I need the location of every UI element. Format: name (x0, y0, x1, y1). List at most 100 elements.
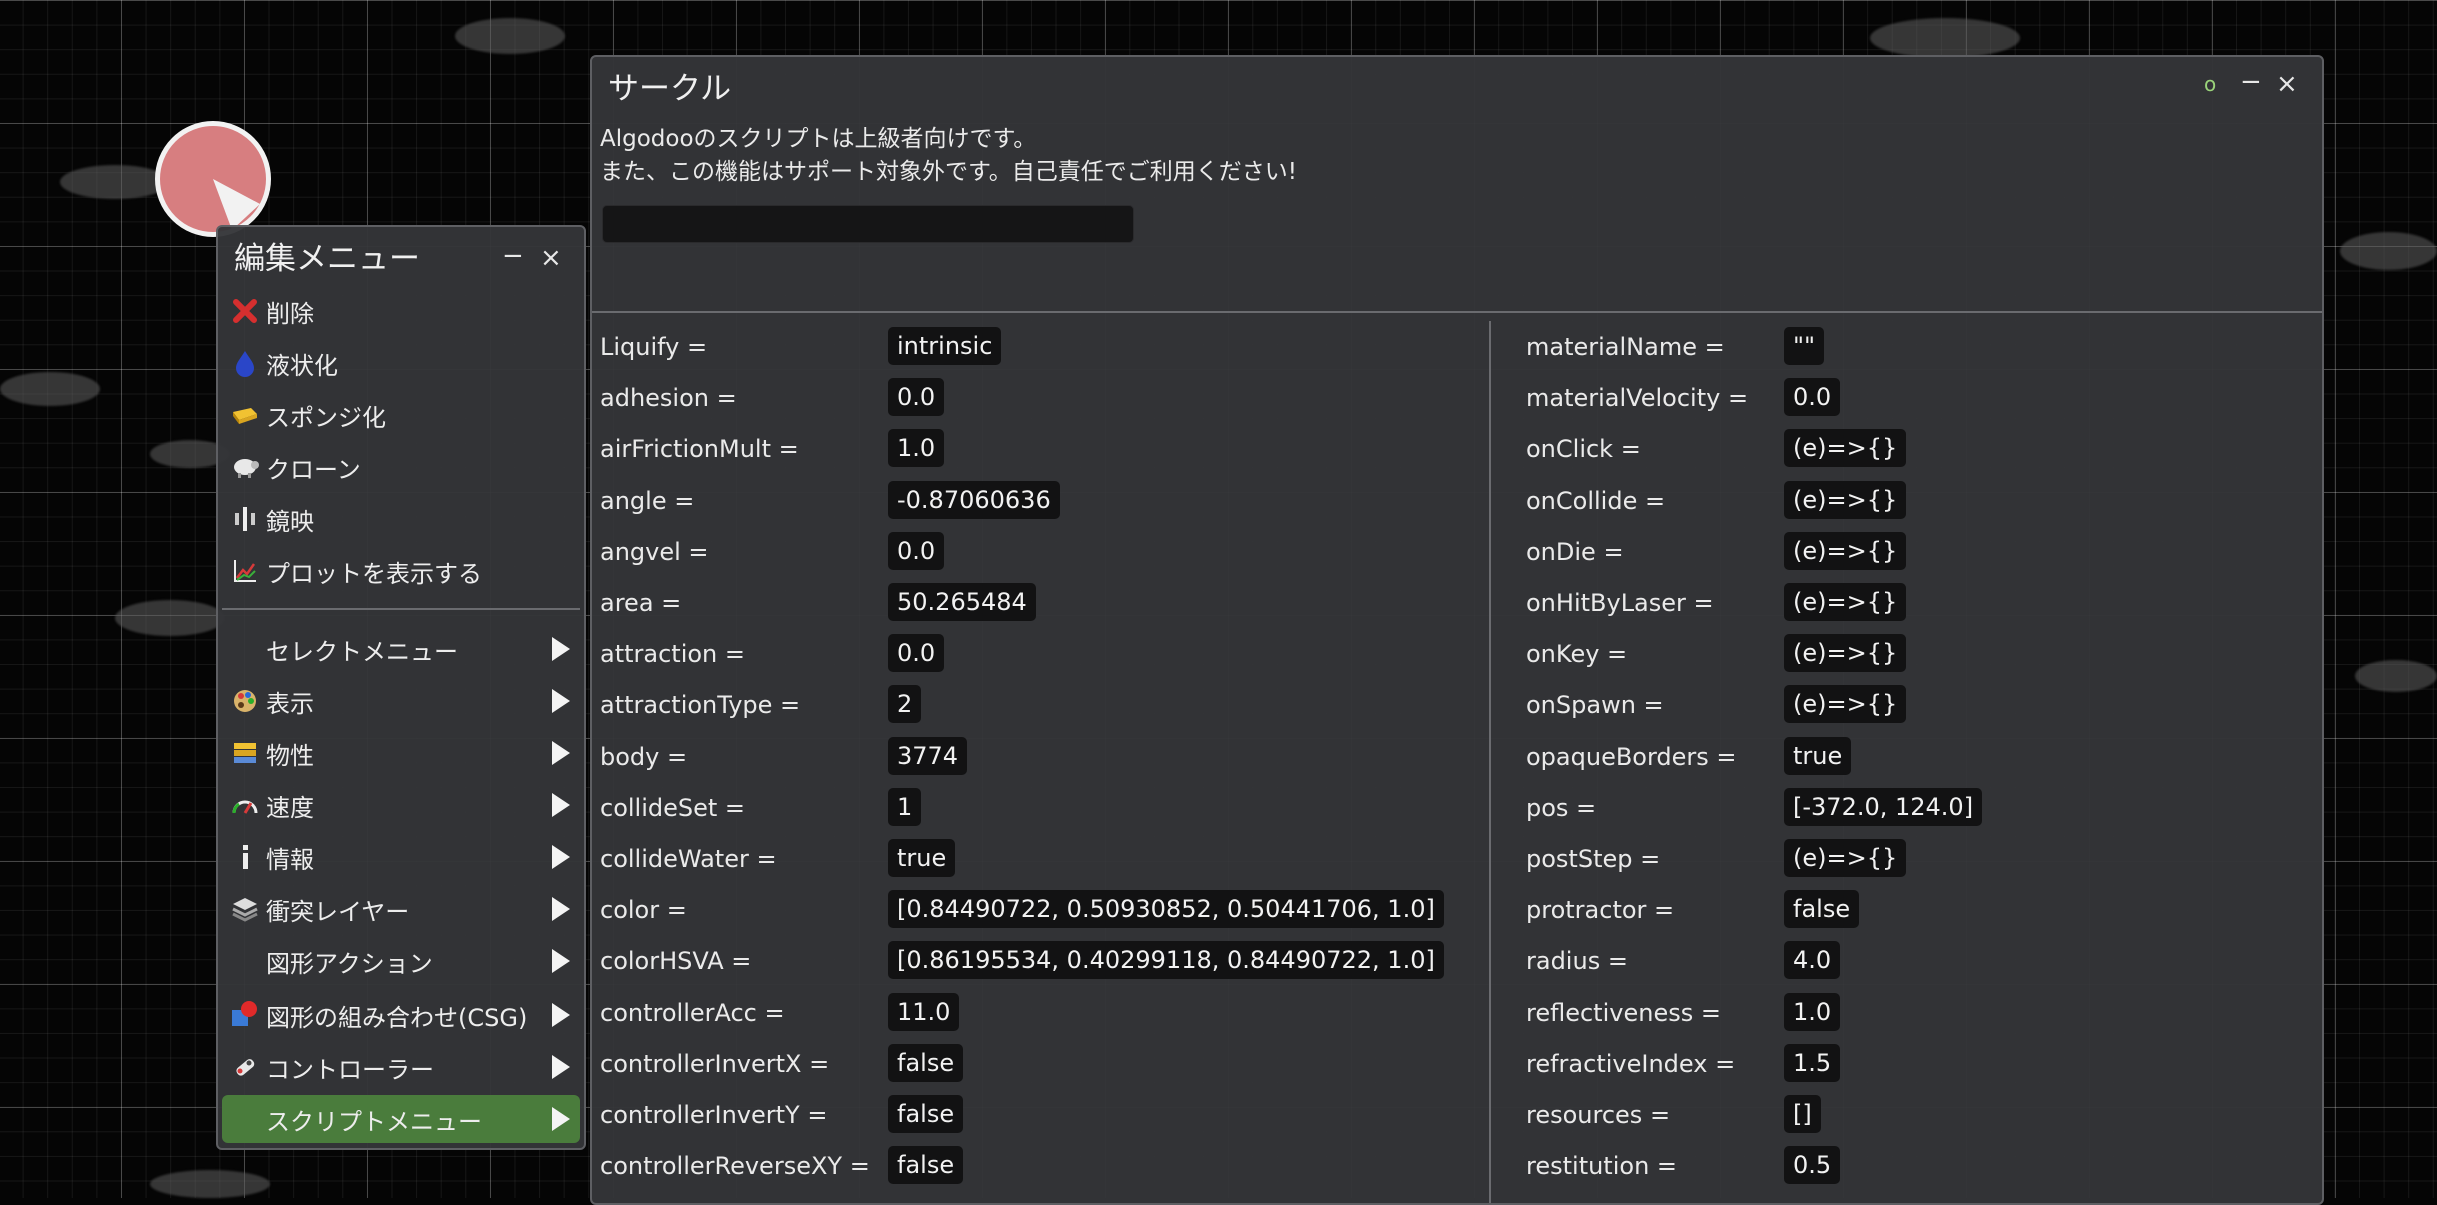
menu-item-show-plot[interactable]: プロットを表示する (222, 547, 580, 595)
property-value[interactable]: (e)=>{} (1784, 429, 1907, 468)
menu-item-label: 液状化 (266, 351, 338, 380)
script-window-close-button[interactable]: × (2276, 71, 2298, 97)
sponge-icon (230, 400, 260, 430)
menu-item-liquify[interactable]: 液状化 (222, 339, 580, 387)
property-value[interactable]: 50.265484 (888, 583, 1036, 621)
property-value[interactable]: 0.5 (1784, 1146, 1841, 1185)
property-value[interactable]: false (888, 1146, 964, 1185)
menu-item-label: 表示 (266, 689, 314, 718)
property-value[interactable]: true (888, 839, 956, 877)
property-key: attractionType = (600, 691, 801, 720)
property-key: controllerAcc = (600, 998, 785, 1027)
info-icon (230, 842, 260, 872)
script-warning-line-1: Algodooのスクリプトは上級者向けです。 (600, 126, 1037, 152)
property-value[interactable]: 0.0 (888, 634, 945, 673)
property-value[interactable]: (e)=>{} (1784, 583, 1907, 621)
submenu-arrow-icon (552, 793, 570, 817)
property-key: onCollide = (1526, 486, 1666, 515)
column-divider (1489, 321, 1491, 1203)
submenu-select[interactable]: セレクトメニュー (222, 625, 580, 673)
property-value[interactable]: 11.0 (888, 992, 960, 1031)
property-value[interactable]: 0.0 (888, 378, 945, 417)
menu-item-label: スクリプトメニュー (266, 1107, 482, 1136)
menu-item-label: 物性 (266, 741, 314, 770)
circle-object[interactable] (155, 121, 271, 237)
property-value[interactable]: (e)=>{} (1784, 685, 1907, 724)
property-value[interactable]: "" (1784, 327, 1825, 365)
property-value[interactable]: 2 (888, 685, 922, 724)
property-key: protractor = (1526, 896, 1675, 925)
menu-item-label: 鏡映 (266, 507, 314, 536)
script-window-minimize-button[interactable]: − (2240, 69, 2262, 95)
property-key: opaqueBorders = (1526, 742, 1737, 771)
property-key: materialName = (1526, 333, 1725, 361)
status-dot-icon[interactable]: o (2204, 71, 2216, 97)
property-value[interactable]: [0.86195534, 0.40299118, 0.84490722, 1.0… (888, 941, 1444, 980)
property-key: onDie = (1526, 537, 1624, 566)
property-value[interactable]: 1.5 (1784, 1043, 1841, 1082)
submenu-collision-layers[interactable]: 衝突レイヤー (222, 885, 580, 933)
palette-icon (230, 686, 260, 716)
property-value[interactable]: (e)=>{} (1784, 480, 1907, 519)
submenu-arrow-icon (552, 845, 570, 869)
property-value[interactable]: 0.0 (1784, 378, 1841, 417)
submenu-appearance[interactable]: 表示 (222, 677, 580, 725)
submenu-shape-actions[interactable]: 図形アクション (222, 937, 580, 985)
menu-item-clone[interactable]: クローン (222, 443, 580, 491)
property-key: refractiveIndex = (1526, 1049, 1736, 1078)
menu-item-label: 削除 (266, 299, 314, 328)
property-value[interactable]: 1.0 (888, 429, 945, 468)
delete-x-icon (230, 296, 260, 326)
menu-divider (222, 608, 580, 610)
menu-item-label: プロットを表示する (266, 559, 482, 588)
property-value[interactable]: true (1784, 736, 1852, 775)
property-value[interactable]: intrinsic (888, 327, 1002, 365)
submenu-arrow-icon (552, 897, 570, 921)
property-value[interactable]: 1.0 (1784, 992, 1841, 1031)
script-command-input[interactable] (602, 205, 1134, 243)
property-key: onSpawn = (1526, 691, 1664, 720)
property-key: restitution = (1526, 1152, 1678, 1181)
property-value[interactable]: [] (1784, 1095, 1821, 1133)
property-value[interactable]: 0.0 (888, 531, 945, 570)
submenu-arrow-icon (552, 741, 570, 765)
property-value[interactable]: false (888, 1043, 964, 1082)
submenu-arrow-icon (552, 1107, 570, 1131)
material-icon (230, 738, 260, 768)
property-value[interactable]: 1 (888, 787, 922, 826)
submenu-csg[interactable]: 図形の組み合わせ(CSG) (222, 991, 580, 1039)
property-value[interactable]: (e)=>{} (1784, 634, 1907, 673)
menu-item-sponge[interactable]: スポンジ化 (222, 391, 580, 439)
csg-icon (230, 1000, 260, 1030)
property-value[interactable]: 4.0 (1784, 941, 1841, 980)
edit-menu-minimize-button[interactable]: − (502, 243, 524, 269)
submenu-material[interactable]: 物性 (222, 729, 580, 777)
property-key: colorHSVA = (600, 947, 752, 976)
script-menu-window: サークル o − × Algodooのスクリプトは上級者向けです。 また、この機… (590, 55, 2324, 1205)
property-value[interactable]: (e)=>{} (1784, 531, 1907, 570)
property-key: body = (600, 742, 688, 771)
submenu-script-menu[interactable]: スクリプトメニュー (222, 1095, 580, 1143)
property-value[interactable]: 3774 (888, 736, 968, 775)
menu-item-mirror[interactable]: 鏡映 (222, 495, 580, 543)
submenu-velocity[interactable]: 速度 (222, 781, 580, 829)
property-key: controllerInvertY = (600, 1101, 828, 1129)
mirror-icon (230, 504, 260, 534)
property-value[interactable]: (e)=>{} (1784, 839, 1907, 877)
controller-icon (230, 1052, 260, 1082)
submenu-arrow-icon (552, 637, 570, 661)
property-key: onKey = (1526, 640, 1628, 669)
property-value[interactable]: [-372.0, 124.0] (1784, 787, 1983, 826)
menu-item-delete[interactable]: 削除 (222, 287, 580, 335)
submenu-arrow-icon (552, 1055, 570, 1079)
window-divider (592, 311, 2322, 313)
sheep-icon (230, 452, 260, 482)
edit-menu-close-button[interactable]: × (540, 245, 562, 271)
submenu-controller[interactable]: コントローラー (222, 1043, 580, 1091)
property-value[interactable]: -0.87060636 (888, 480, 1060, 519)
property-value[interactable]: false (888, 1095, 964, 1133)
submenu-information[interactable]: 情報 (222, 833, 580, 881)
property-value[interactable]: [0.84490722, 0.50930852, 0.50441706, 1.0… (888, 890, 1444, 929)
submenu-arrow-icon (552, 949, 570, 973)
property-value[interactable]: false (1784, 890, 1860, 929)
